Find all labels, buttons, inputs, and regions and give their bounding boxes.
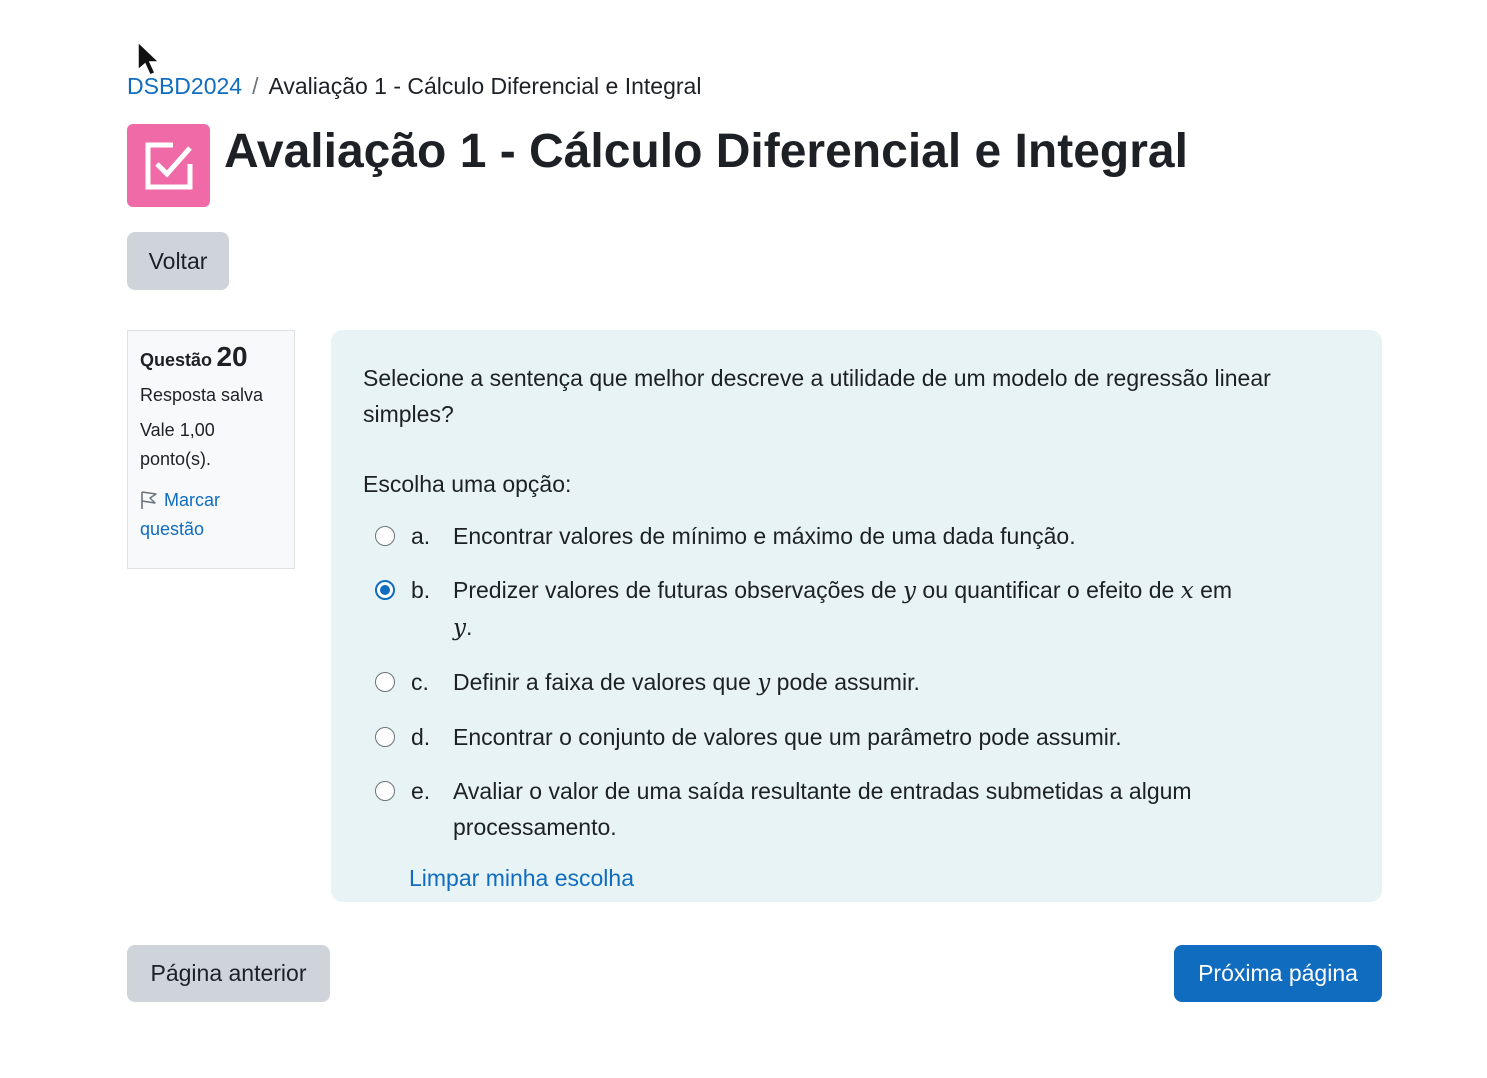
option-text-part: Definir a faixa de valores que	[453, 669, 751, 695]
question-label: Questão	[140, 350, 213, 370]
flag-icon	[141, 491, 157, 509]
answer-option-b[interactable]: b. Predizer valores de futuras observaçõ…	[363, 572, 1350, 646]
answer-prompt: Escolha uma opção:	[363, 471, 572, 497]
previous-page-button[interactable]: Página anterior	[127, 945, 330, 1002]
option-letter: b.	[411, 577, 431, 603]
option-text-part: ou quantificar o efeito de	[922, 577, 1175, 603]
answer-option-d[interactable]: d. Encontrar o conjunto de valores que u…	[363, 719, 1350, 755]
question-grade: Vale 1,00 ponto(s).	[140, 420, 215, 469]
option-text: Definir a faixa de valores que y pode as…	[453, 664, 1253, 701]
answer-option-c[interactable]: c. Definir a faixa de valores que y pode…	[363, 664, 1350, 701]
math-variable: y	[757, 670, 771, 696]
next-page-button[interactable]: Próxima página	[1174, 945, 1382, 1002]
radio-option-c[interactable]	[375, 672, 395, 692]
radio-option-d[interactable]	[375, 727, 395, 747]
math-variable: y	[903, 578, 917, 604]
question-content: Selecione a sentença que melhor descreve…	[331, 330, 1382, 902]
radio-option-a[interactable]	[375, 526, 395, 546]
option-text: Encontrar o conjunto de valores que um p…	[453, 724, 1122, 750]
option-text-part: Predizer valores de futuras observações …	[453, 577, 897, 603]
math-variable: x	[1180, 578, 1194, 604]
option-text: Avaliar o valor de uma saída resultante …	[453, 778, 1192, 840]
option-text-part: .	[466, 614, 473, 640]
page-title: Avaliação 1 - Cálculo Diferencial e Inte…	[224, 125, 1188, 178]
answer-option-a[interactable]: a. Encontrar valores de mínimo e máximo …	[363, 518, 1350, 554]
clear-choice-link[interactable]: Limpar minha escolha	[409, 865, 634, 892]
question-number: Questão 20	[140, 341, 282, 373]
question-info-panel: Questão 20 Resposta salva Vale 1,00 pont…	[127, 330, 295, 569]
breadcrumb-course-link[interactable]: DSBD2024	[127, 73, 242, 99]
question-number-value: 20	[216, 341, 248, 372]
option-text-part: em	[1200, 577, 1233, 603]
quiz-checkbox-icon	[127, 124, 210, 207]
breadcrumb: DSBD2024 / Avaliação 1 - Cálculo Diferenci…	[127, 72, 701, 100]
breadcrumb-separator: /	[252, 73, 259, 99]
option-text: Encontrar valores de mínimo e máximo de …	[453, 523, 1076, 549]
math-variable: y	[453, 615, 466, 641]
breadcrumb-current: Avaliação 1 - Cálculo Diferencial e Inte…	[268, 73, 702, 99]
option-letter: d.	[411, 724, 431, 750]
option-text: Predizer valores de futuras observações …	[453, 572, 1253, 646]
flag-question-link[interactable]: Marcar questão	[140, 486, 282, 544]
option-letter: e.	[411, 778, 431, 804]
question-text: Selecione a sentença que melhor descreve…	[363, 365, 1271, 427]
option-letter: c.	[411, 669, 429, 695]
option-letter: a.	[411, 523, 431, 549]
question-state: Resposta salva	[140, 385, 264, 405]
back-button[interactable]: Voltar	[127, 232, 229, 290]
option-text-part: pode assumir.	[776, 669, 920, 695]
radio-option-b-selected[interactable]	[375, 580, 395, 600]
radio-option-e[interactable]	[375, 781, 395, 801]
answer-option-e[interactable]: e. Avaliar o valor de uma saída resultan…	[363, 773, 1350, 845]
answer-options: a. Encontrar valores de mínimo e máximo …	[363, 518, 1350, 845]
